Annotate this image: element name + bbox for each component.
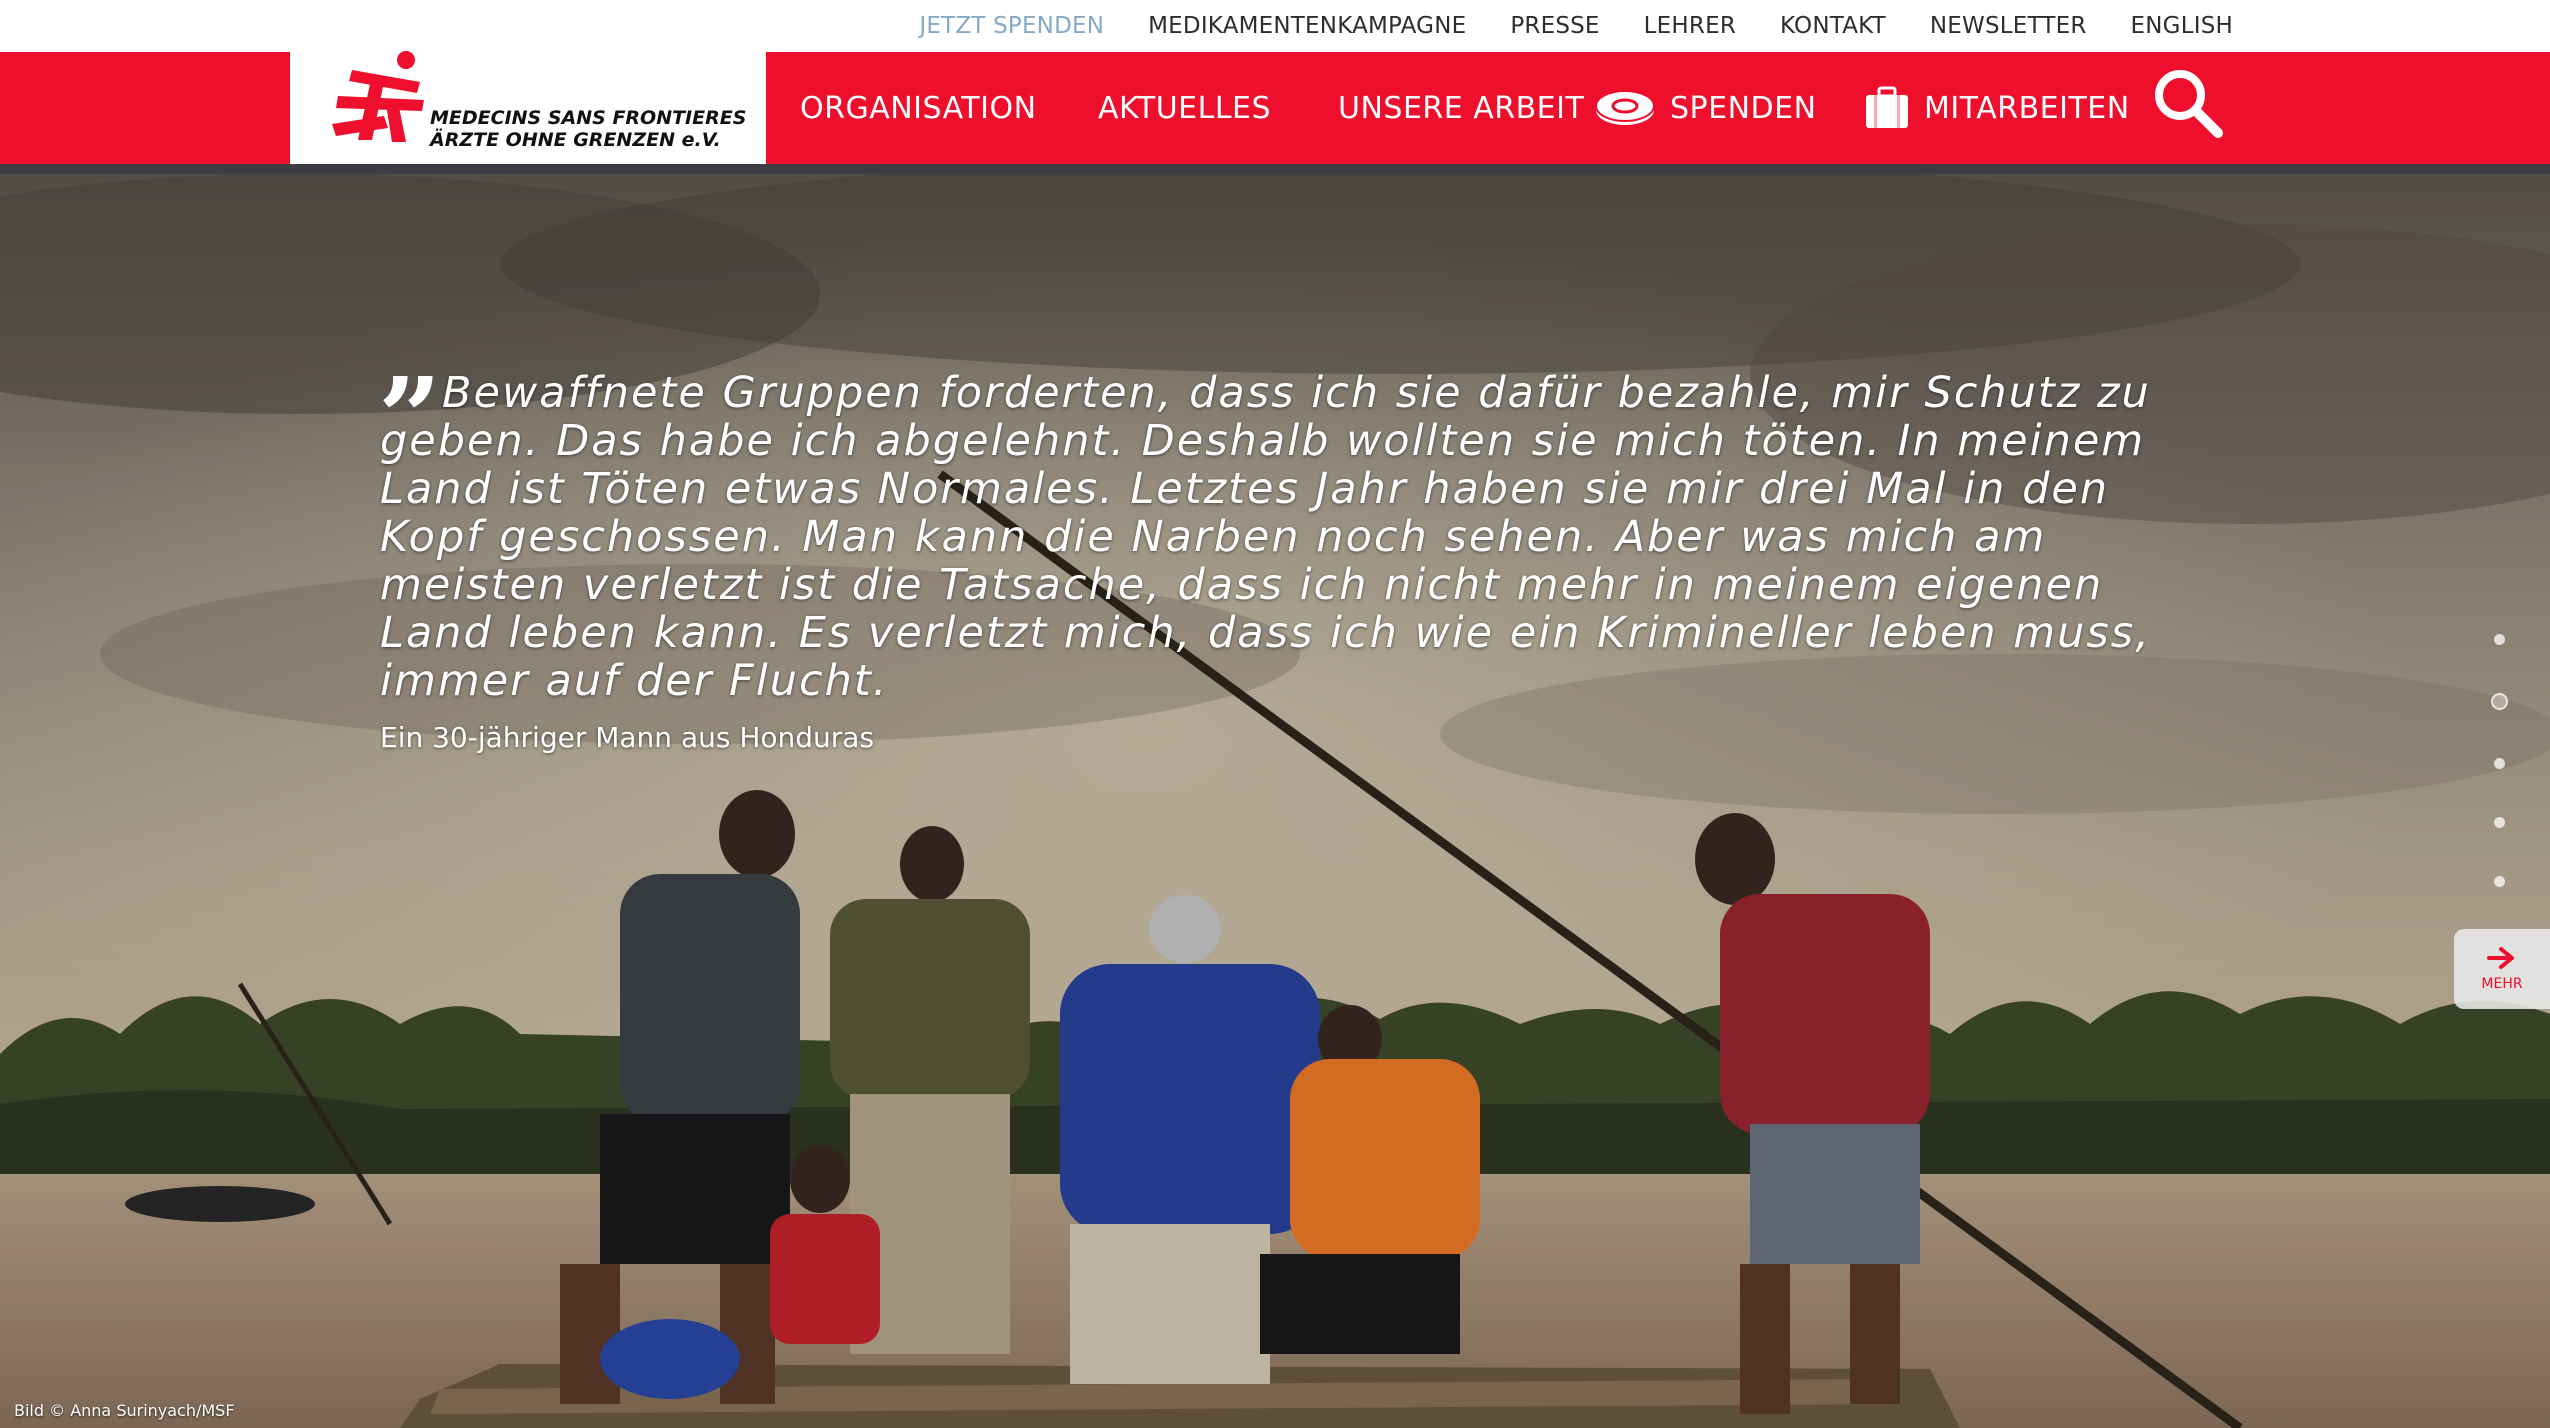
logo-wordmark: MEDECINS SANS FRONTIERES ÄRZTE OHNE GREN… <box>430 107 746 151</box>
nav-item-label: SPENDEN <box>1670 90 1817 126</box>
nav-item-aktuelles[interactable]: AKTUELLES <box>1098 91 1338 126</box>
utility-link-newsletter[interactable]: NEWSLETTER <box>1930 13 2087 39</box>
more-button[interactable]: MEHR <box>2454 929 2550 1009</box>
arrow-right-icon <box>2487 946 2517 974</box>
nav-item-organisation[interactable]: ORGANISATION <box>800 91 1098 126</box>
slide-dot-1[interactable] <box>2494 634 2505 645</box>
coin-icon <box>1594 88 1656 128</box>
nav-item-label: MITARBEITEN <box>1924 90 2130 126</box>
nav-item-unsere-arbeit[interactable]: UNSERE ARBEIT <box>1338 91 1594 126</box>
utility-link-presse[interactable]: PRESSE <box>1510 13 1599 39</box>
utility-link-medikamentenkampagne[interactable]: MEDIKAMENTENKAMPAGNE <box>1148 13 1466 39</box>
slide-dot-5[interactable] <box>2494 876 2505 887</box>
slide-dot-2-active[interactable] <box>2491 693 2508 710</box>
logo-line-2: ÄRZTE OHNE GRENZEN e.V. <box>430 129 721 151</box>
logo-line-1: MEDECINS SANS FRONTIERES <box>430 107 747 129</box>
slide-pagination <box>2491 634 2508 887</box>
nav-item-spenden[interactable]: SPENDEN <box>1594 88 1864 128</box>
briefcase-icon <box>1864 86 1910 130</box>
search-button[interactable] <box>2150 64 2226 144</box>
photo-credit: Bild © Anna Surinyach/MSF <box>14 1401 235 1420</box>
nav-item-label: ORGANISATION <box>800 90 1037 126</box>
quote-author: Ein 30-jähriger Mann aus Honduras <box>380 721 875 754</box>
nav-divider <box>0 164 2550 174</box>
primary-nav: ORGANISATION AKTUELLES UNSERE ARBEIT SPE… <box>800 52 2144 164</box>
slide-dot-4[interactable] <box>2494 817 2505 828</box>
slide-dot-3[interactable] <box>2494 758 2505 769</box>
hero-slider: ” Bewaffnete Gruppen forderten, dass ich… <box>0 174 2550 1428</box>
search-icon <box>2152 67 2224 142</box>
nav-item-mitarbeiten[interactable]: MITARBEITEN <box>1864 86 2144 130</box>
msf-logo-icon <box>326 44 434 144</box>
utility-link-english[interactable]: ENGLISH <box>2131 13 2233 39</box>
nav-item-label: UNSERE ARBEIT <box>1338 90 1585 126</box>
quote-text: Bewaffnete Gruppen forderten, dass ich s… <box>380 368 2151 706</box>
nav-item-label: AKTUELLES <box>1098 90 1272 126</box>
utility-link-lehrer[interactable]: LEHRER <box>1644 13 1736 39</box>
more-label: MEHR <box>2481 976 2523 992</box>
utility-link-jetzt-spenden[interactable]: JETZT SPENDEN <box>919 13 1104 39</box>
quote-mark-icon: ” <box>378 353 442 482</box>
hero-quote: ” Bewaffnete Gruppen forderten, dass ich… <box>378 363 2180 755</box>
utility-nav: JETZT SPENDEN MEDIKAMENTENKAMPAGNE PRESS… <box>919 0 2233 52</box>
utility-link-kontakt[interactable]: KONTAKT <box>1780 13 1886 39</box>
logo-link[interactable]: MEDECINS SANS FRONTIERES ÄRZTE OHNE GREN… <box>290 51 766 164</box>
